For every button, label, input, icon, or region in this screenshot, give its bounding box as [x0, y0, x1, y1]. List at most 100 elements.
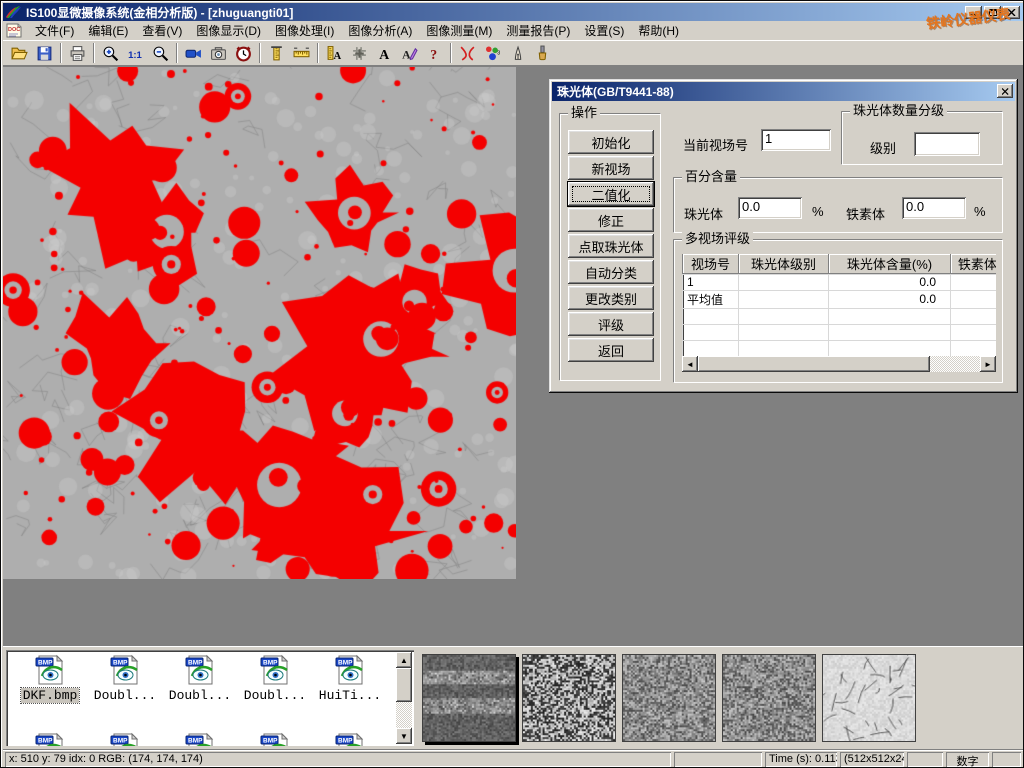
- file-item-1[interactable]: BMP DKF.bmp: [14, 654, 86, 703]
- file-item-5[interactable]: BMPHuiTi...: [314, 654, 386, 703]
- file-item-row2-3[interactable]: BMP: [164, 732, 236, 746]
- document-icon[interactable]: DOC: [6, 23, 22, 38]
- metallograph-image[interactable]: [3, 67, 516, 579]
- bottom-panel: ▲ ▼ BMPDKF.bmpBMPDoubl...BMPDoubl...BMPD…: [3, 646, 1023, 749]
- table-header[interactable]: 珠光体含量(%): [829, 254, 951, 274]
- toolbar-separator: [317, 43, 319, 63]
- save-button[interactable]: [32, 41, 57, 65]
- zoom-in-button[interactable]: [98, 41, 123, 65]
- op-button-7[interactable]: 更改类别: [568, 286, 654, 310]
- scroll-left-button[interactable]: ◄: [682, 356, 698, 372]
- phase-mark-button[interactable]: 3: [480, 41, 505, 65]
- timer-icon: [235, 45, 252, 62]
- bmp-file-icon: BMP: [335, 654, 365, 686]
- dialog-title-bar[interactable]: 珠光体(GB/T9441-88): [552, 82, 1015, 101]
- menu-item-4[interactable]: 图像显示(D): [189, 20, 268, 41]
- table-row[interactable]: [683, 308, 997, 324]
- level-input[interactable]: [914, 132, 980, 156]
- table-row[interactable]: [683, 340, 997, 356]
- folder-open-button[interactable]: [7, 41, 32, 65]
- ruler-button[interactable]: [289, 41, 314, 65]
- minimize-button[interactable]: [965, 6, 982, 19]
- dialog-close-button[interactable]: [997, 84, 1013, 98]
- thumbnail-2[interactable]: [522, 654, 616, 742]
- actual-size-button[interactable]: 1:1: [123, 41, 148, 65]
- file-list-scrollbar[interactable]: ▲ ▼: [396, 652, 412, 744]
- ferrite-percent-input[interactable]: 0.0: [902, 197, 966, 219]
- thumbnail-3[interactable]: [622, 654, 716, 742]
- scroll-down-button[interactable]: ▼: [396, 728, 412, 744]
- op-button-6[interactable]: 自动分类: [568, 260, 654, 284]
- op-button-8[interactable]: 评级: [568, 312, 654, 336]
- curve-tool-button[interactable]: [455, 41, 480, 65]
- bmp-file-icon: BMP: [35, 732, 65, 746]
- table-horizontal-scrollbar[interactable]: ◄ ►: [682, 356, 996, 372]
- bmp-file-icon: BMP: [35, 654, 65, 686]
- scroll-up-button[interactable]: ▲: [396, 652, 412, 668]
- menu-item-2[interactable]: 编辑(E): [81, 20, 135, 41]
- file-item-2[interactable]: BMPDoubl...: [89, 654, 161, 703]
- grid-button[interactable]: [347, 41, 372, 65]
- pen-tool-button[interactable]: [505, 41, 530, 65]
- save-icon: [36, 45, 53, 62]
- menu-item-9[interactable]: 设置(S): [577, 20, 631, 41]
- table-row[interactable]: [683, 324, 997, 340]
- help-button[interactable]: ?: [422, 41, 447, 65]
- op-button-9[interactable]: 返回: [568, 338, 654, 362]
- op-button-4[interactable]: 修正: [568, 208, 654, 232]
- svg-text:1:1: 1:1: [128, 49, 142, 60]
- maximize-button[interactable]: [984, 6, 1001, 19]
- bmp-file-icon: BMP: [260, 732, 290, 746]
- print-button[interactable]: [65, 41, 90, 65]
- table-row[interactable]: 10.0: [683, 274, 997, 290]
- table-header[interactable]: 珠光体级别: [739, 254, 829, 274]
- file-item-row2-5[interactable]: BMP: [314, 732, 386, 746]
- scroll-thumb[interactable]: [396, 668, 412, 702]
- op-button-5[interactable]: 点取珠光体: [568, 234, 654, 258]
- app-logo-icon: [6, 5, 22, 19]
- thumbnail-4[interactable]: [722, 654, 816, 742]
- file-item-4[interactable]: BMPDoubl...: [239, 654, 311, 703]
- file-name: DKF.bmp: [21, 688, 80, 703]
- brush-tool-button[interactable]: [530, 41, 555, 65]
- menu-item-3[interactable]: 查看(V): [135, 20, 189, 41]
- zoom-out-icon: [152, 45, 169, 62]
- op-button-3[interactable]: 二值化: [568, 182, 654, 206]
- menu-item-6[interactable]: 图像分析(A): [341, 20, 419, 41]
- op-button-2[interactable]: 新视场: [568, 156, 654, 180]
- menu-item-5[interactable]: 图像处理(I): [268, 20, 341, 41]
- bmp-file-icon: BMP: [185, 732, 215, 746]
- scroll-thumb[interactable]: [698, 356, 930, 372]
- menu-item-8[interactable]: 测量报告(P): [499, 20, 577, 41]
- annotate-button[interactable]: A: [397, 41, 422, 65]
- file-item-row2-1[interactable]: BMP: [14, 732, 86, 746]
- menu-item-7[interactable]: 图像测量(M): [419, 20, 499, 41]
- zoom-out-button[interactable]: [148, 41, 173, 65]
- file-item-row2-4[interactable]: BMP: [239, 732, 311, 746]
- close-button[interactable]: [1003, 6, 1020, 19]
- thumbnail-1[interactable]: [422, 654, 516, 742]
- file-item-row2-2[interactable]: BMP: [89, 732, 161, 746]
- menu-item-1[interactable]: 文件(F): [28, 20, 81, 41]
- table-row[interactable]: 平均值0.0: [683, 290, 997, 308]
- rating-table[interactable]: 视场号珠光体级别珠光体含量(%)铁素体含量(%)10.0平均值0.0: [682, 254, 996, 372]
- text-button[interactable]: A: [372, 41, 397, 65]
- video-camera-button[interactable]: [181, 41, 206, 65]
- timer-button[interactable]: [231, 41, 256, 65]
- file-list: ▲ ▼ BMPDKF.bmpBMPDoubl...BMPDoubl...BMPD…: [6, 650, 414, 746]
- scroll-track[interactable]: [698, 356, 980, 372]
- camera-button[interactable]: [206, 41, 231, 65]
- caliper-button[interactable]: [264, 41, 289, 65]
- file-item-3[interactable]: BMPDoubl...: [164, 654, 236, 703]
- phase-mark-icon: 3: [484, 45, 501, 62]
- pearlite-percent-input[interactable]: 0.0: [738, 197, 802, 219]
- scroll-right-button[interactable]: ►: [980, 356, 996, 372]
- table-header[interactable]: 视场号: [683, 254, 739, 274]
- table-header[interactable]: 铁素体含量(%): [951, 254, 997, 274]
- thumbnail-5[interactable]: [822, 654, 916, 742]
- current-field-input[interactable]: 1: [761, 129, 831, 151]
- op-button-1[interactable]: 初始化: [568, 130, 654, 154]
- pearlite-percent-unit: %: [812, 204, 824, 219]
- menu-item-10[interactable]: 帮助(H): [631, 20, 686, 41]
- measure-text-button[interactable]: A: [322, 41, 347, 65]
